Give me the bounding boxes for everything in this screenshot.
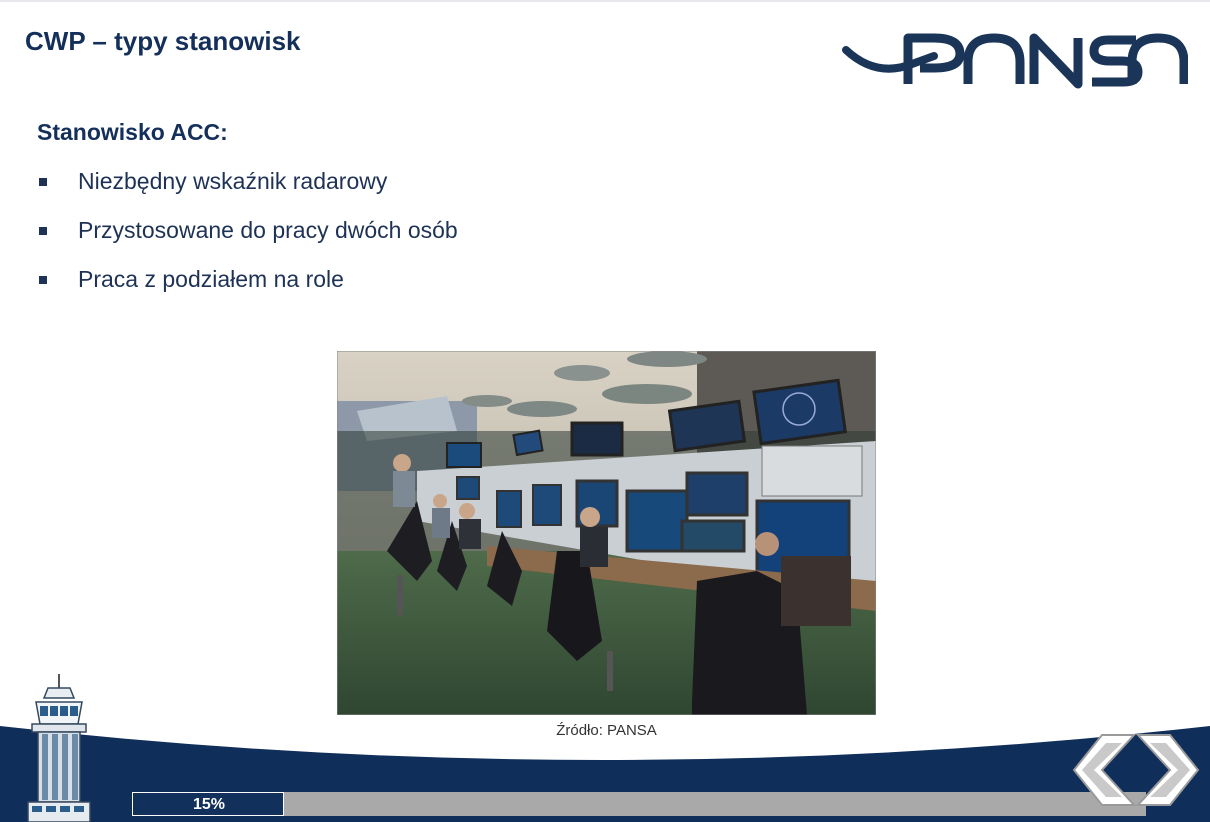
chevron-left-icon [1072, 734, 1137, 806]
progress-bar: 15% [132, 792, 1146, 816]
square-bullet-icon [39, 227, 47, 235]
bullet-text: Niezbędny wskaźnik radarowy [78, 168, 388, 194]
slide-title: CWP – typy stanowisk [25, 26, 301, 56]
square-bullet-icon [39, 276, 47, 284]
acc-control-room-photo [337, 351, 876, 715]
chevron-right-icon [1135, 734, 1200, 806]
progress-label: 15% [192, 796, 226, 813]
top-divider [0, 0, 1210, 2]
prev-slide-button[interactable] [1072, 733, 1138, 807]
square-bullet-icon [39, 178, 47, 186]
progress-fill: 15% [132, 792, 284, 816]
bullet-text: Przystosowane do pracy dwóch osób [78, 217, 458, 243]
next-slide-button[interactable] [1134, 733, 1200, 807]
control-tower-icon [26, 674, 92, 822]
slide-page: CWP – typy stanowisk Stanowisko ACC: Nie… [0, 0, 1210, 822]
bullet-text: Praca z podziałem na role [78, 266, 344, 292]
pansa-logo [842, 28, 1189, 90]
section-heading: Stanowisko ACC: [37, 119, 228, 145]
